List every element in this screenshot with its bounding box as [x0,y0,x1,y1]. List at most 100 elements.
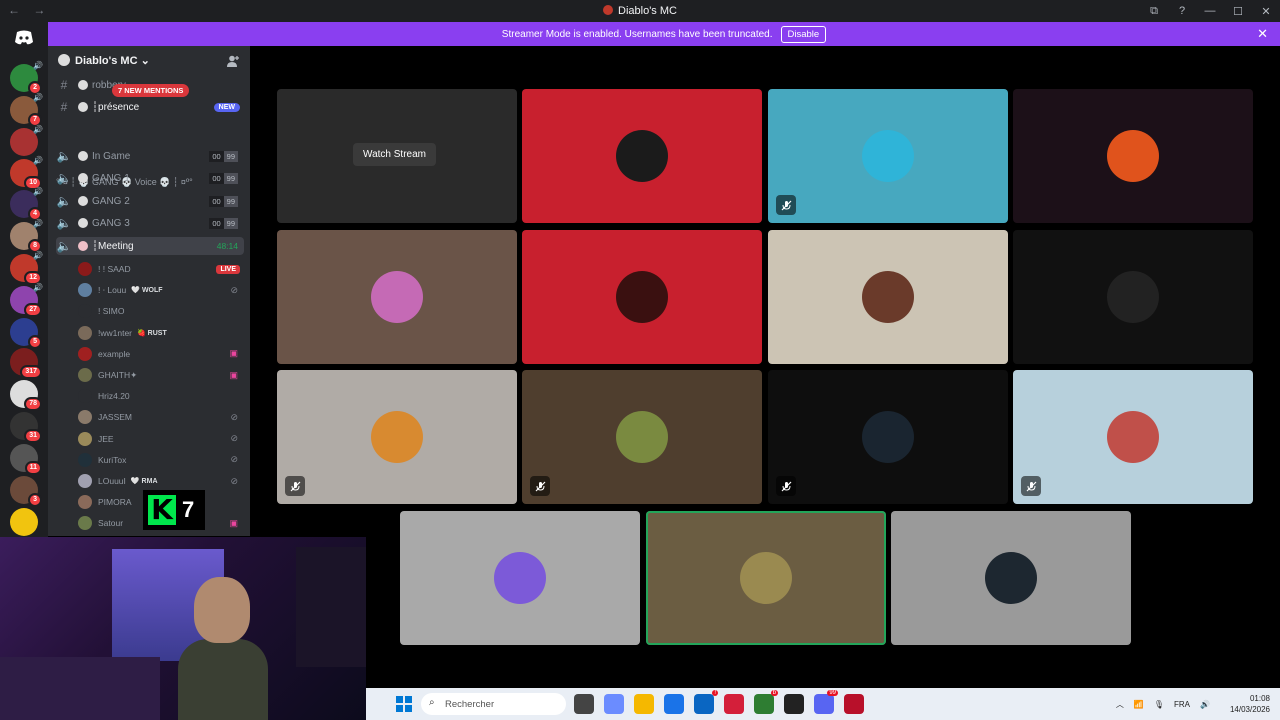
taskbar-app-icon[interactable] [574,694,594,714]
speaker-icon: 🔊 [33,187,43,196]
participant-tile[interactable] [277,370,517,504]
banner-text: Streamer Mode is enabled. Usernames have… [501,28,773,40]
voice-user[interactable]: JASSEM ⊘ [78,408,244,426]
taskbar-app-icon[interactable] [784,694,804,714]
avatar [78,495,92,510]
server-name-icon [58,54,70,66]
voice-channel-in-game[interactable]: 🔈 In Game 00 99 [56,147,244,165]
avatar [78,368,92,382]
taskbar-app-icon[interactable]: 99 [814,690,838,714]
participant-avatar [985,552,1037,604]
username: ! ⸱ Louu [98,284,127,295]
server-icon[interactable]: 3 [10,476,42,507]
voice-user[interactable]: GHAITH✦ ▣ [78,366,244,384]
voice-user[interactable]: example ▣ [78,345,244,363]
server-icon[interactable]: 11 [10,444,42,475]
voice-channel-gang-2[interactable]: 🔈 GANG 2 00 99 [56,192,244,210]
participant-tile[interactable] [1013,89,1253,223]
server-icon[interactable]: 🔊 8 [10,219,43,253]
clock[interactable]: 01:08 14/03/2026 [1220,693,1270,715]
taskbar-app-icon[interactable]: ! [694,690,718,714]
channel-presence[interactable]: # ┆présence NEW [56,98,244,116]
voice-user[interactable]: JEE ⊘ [78,430,244,448]
close-window-icon[interactable]: ✕ [1252,0,1280,22]
streamer-body [178,639,268,720]
participant-tile[interactable] [522,230,762,364]
taskbar-app-icon[interactable]: b [754,690,778,714]
server-icon[interactable]: 🔊 10 [10,156,43,190]
tray-overflow-icon[interactable]: ︿ [1116,699,1124,710]
server-icon[interactable]: 🔊 4 [10,187,43,221]
microphone-icon[interactable]: 🎙 [1154,700,1164,709]
discord-home-icon[interactable] [10,27,38,49]
server-icon[interactable]: 5 [10,318,42,349]
help-icon[interactable]: ? [1168,0,1196,22]
voice-user[interactable]: ! ! SAAD LIVE [78,260,244,278]
participant-tile[interactable] [277,230,517,364]
taskbar-app-icon[interactable] [724,694,744,714]
taskbar-app-icon[interactable] [844,694,864,714]
participant-tile[interactable] [768,370,1008,504]
channel-label: GANG 2 [92,195,130,207]
taskbar-app-icon[interactable] [634,694,654,714]
new-mentions-pill[interactable]: 7 NEW MENTIONS [112,84,190,97]
server-name[interactable]: Diablo's MC ⌄ [58,54,150,67]
voice-channel-meeting[interactable]: 🔈 ┆Meeting 48:14 [56,237,244,255]
stream-tile[interactable]: Watch Stream [277,89,517,223]
server-icon[interactable]: 31 [10,412,42,443]
minimize-icon[interactable]: — [1196,0,1224,22]
maximize-icon[interactable]: ☐ [1224,0,1252,22]
streamer-mode-banner: Streamer Mode is enabled. Usernames have… [48,22,1280,46]
language-indicator[interactable]: FRA [1174,700,1190,709]
voice-user[interactable]: Hriz4.20 [78,387,244,405]
network-icon[interactable]: 📶 [1134,700,1144,709]
windows-start-icon[interactable] [396,696,412,712]
clock-time: 01:08 [1249,694,1270,703]
participant-avatar [371,411,423,463]
activity-icon: ▣ [229,369,238,380]
call-timer: 48:14 [216,241,238,251]
participant-tile[interactable] [522,370,762,504]
voice-user[interactable]: LOuuuI 🤍 RMA ⊘ [78,472,244,490]
channel-label: GANG 3 [92,217,130,229]
chevron-down-icon: ⌄ [140,55,150,67]
server-icon[interactable]: 🔊 [10,125,43,156]
disable-button[interactable]: Disable [780,25,827,43]
voice-user[interactable]: !ww1nter 🍓 RUST [78,324,244,342]
voice-channel-gang-3[interactable]: 🔈 GANG 3 00 99 [56,214,244,232]
taskbar-search[interactable]: ⌕ Rechercher [421,693,566,715]
voice-channel-gang-1[interactable]: 🔈 GANG 1 00 99 [56,169,244,187]
banner-close-icon[interactable]: ✕ [1257,26,1268,42]
add-member-icon[interactable] [227,55,240,70]
voice-user[interactable]: KuriTox ⊘ [78,451,244,469]
inbox-icon[interactable]: ⧉ [1140,0,1168,22]
username: LOuuuI [98,476,126,486]
participant-tile[interactable] [1013,230,1253,364]
participant-tile[interactable] [768,89,1008,223]
speaker-icon: 🔈 [56,239,72,253]
voice-user[interactable]: ! SIMO [78,302,244,320]
volume-icon[interactable]: 🔊 [1200,700,1210,709]
voice-user[interactable]: ! ⸱ Louu 🤍 WOLF ⊘ [78,281,244,299]
participant-tile[interactable] [646,511,886,645]
taskbar-app-icon[interactable] [604,694,624,714]
channel-label: GANG 1 [92,172,130,184]
watch-stream-button[interactable]: Watch Stream [353,143,436,166]
participant-tile[interactable] [1013,370,1253,504]
channel-sidebar: Diablo's MC ⌄ # robbery # ┆présence NEW °º¤… [48,46,250,536]
server-icon[interactable]: 317 [10,348,42,379]
participant-tile[interactable] [768,230,1008,364]
server-icon[interactable]: 🔊 27 [10,283,43,317]
participant-tile[interactable] [400,511,640,645]
server-icon[interactable]: 🔊 2 [10,61,43,95]
participant-tile[interactable] [891,511,1131,645]
participant-tile[interactable] [522,89,762,223]
participant-avatar [1107,411,1159,463]
channel-emoji-icon [78,196,88,206]
server-icon[interactable]: 🔊 12 [10,251,43,285]
server-icon[interactable]: 🔊 7 [10,93,43,127]
taskbar-app-icon[interactable] [664,694,684,714]
server-icon[interactable] [10,508,38,536]
server-icon[interactable]: 78 [10,380,42,411]
mention-badge: 78 [24,397,42,411]
